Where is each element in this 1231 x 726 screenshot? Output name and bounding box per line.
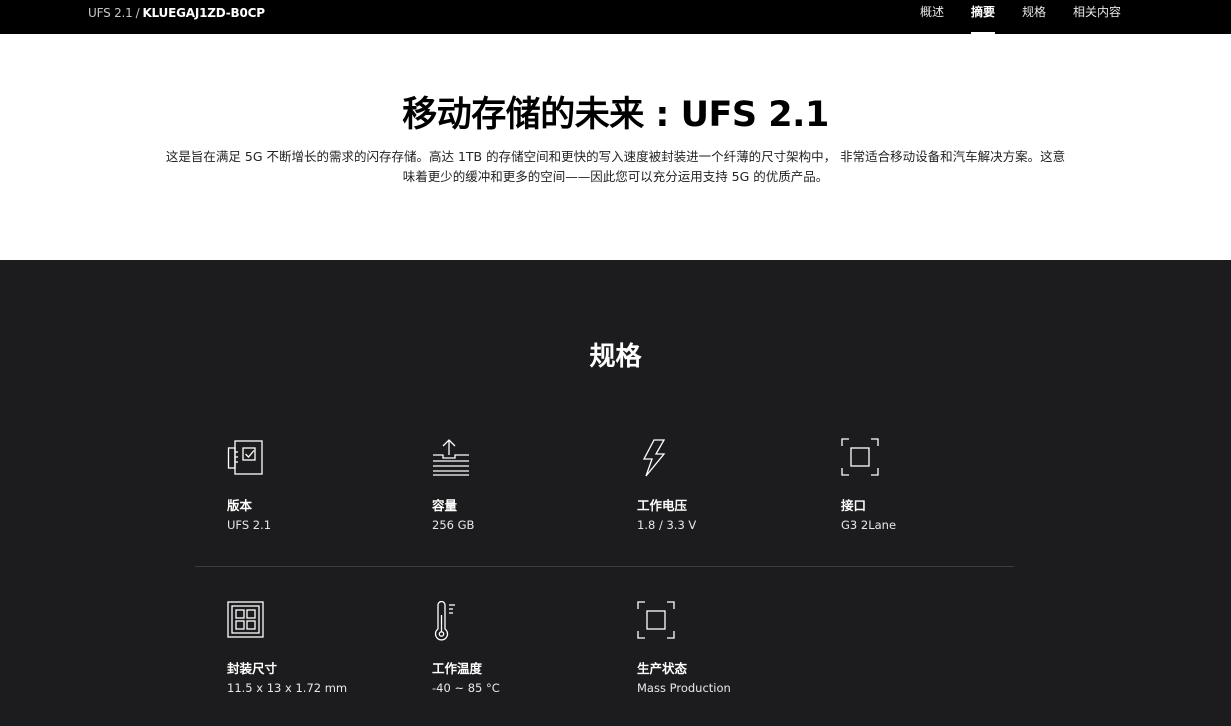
spec-label: 工作电压 <box>637 498 688 513</box>
spec-label: 生产状态 <box>637 661 688 676</box>
production-status-icon <box>637 601 677 641</box>
capacity-icon <box>432 438 472 478</box>
section-nav: 概述 摘要 规格 相关内容 <box>893 0 1121 34</box>
breadcrumb-current: KLUEGAJ1ZD-B0CP <box>142 6 265 20</box>
spec-label: 工作温度 <box>432 661 483 676</box>
nav-tab-related[interactable]: 相关内容 <box>1073 0 1121 34</box>
spec-item-temperature: 工作温度 -40 ~ 85 °C <box>432 601 612 695</box>
breadcrumb-parent[interactable]: UFS 2.1 <box>88 6 133 20</box>
spec-label: 容量 <box>432 498 458 513</box>
spec-item-capacity: 容量 256 GB <box>432 438 612 532</box>
interface-icon <box>841 438 881 478</box>
package-size-icon <box>227 601 267 641</box>
spec-label: 封装尺寸 <box>227 661 278 676</box>
spec-item-version: 版本 UFS 2.1 <box>227 438 407 532</box>
spec-value: 11.5 x 13 x 1.72 mm <box>227 681 348 695</box>
spec-value: 1.8 / 3.3 V <box>637 518 697 532</box>
spec-value: 256 GB <box>432 518 475 532</box>
spec-item-package-size: 封装尺寸 11.5 x 13 x 1.72 mm <box>227 601 407 695</box>
specs-section: 规格 版本 UFS 2.1 容量 256 GB 工作电压 1.8 / 3.3 V… <box>0 260 1231 726</box>
temperature-icon <box>432 601 472 641</box>
nav-tab-summary[interactable]: 摘要 <box>970 0 995 34</box>
spec-value: G3 2Lane <box>841 518 897 532</box>
hero-section: 移动存储的未来 : UFS 2.1 这是旨在满足 5G 不断增长的需求的闪存存储… <box>0 34 1231 260</box>
nav-tab-specs[interactable]: 规格 <box>1022 0 1046 34</box>
specs-divider <box>195 566 1014 567</box>
spec-label: 版本 <box>227 498 253 513</box>
top-navigation-bar: UFS 2.1/KLUEGAJ1ZD-B0CP 概述 摘要 规格 相关内容 <box>0 0 1231 34</box>
page-title: 移动存储的未来 : UFS 2.1 <box>402 95 829 135</box>
breadcrumb: UFS 2.1/KLUEGAJ1ZD-B0CP <box>88 6 265 20</box>
nav-tab-overview[interactable]: 概述 <box>920 0 944 34</box>
spec-item-interface: 接口 G3 2Lane <box>841 438 1021 532</box>
voltage-icon <box>637 438 677 478</box>
spec-value: -40 ~ 85 °C <box>432 681 500 695</box>
version-icon <box>227 438 267 478</box>
spec-item-voltage: 工作电压 1.8 / 3.3 V <box>637 438 817 532</box>
spec-value: Mass Production <box>637 681 731 695</box>
spec-value: UFS 2.1 <box>227 518 272 532</box>
specs-title: 规格 <box>589 342 642 372</box>
breadcrumb-separator: / <box>135 6 140 20</box>
spec-label: 接口 <box>841 498 867 513</box>
hero-description: 这是旨在满足 5G 不断增长的需求的闪存存储。高达 1TB 的存储空间和更快的写… <box>165 149 1066 184</box>
spec-item-production-status: 生产状态 Mass Production <box>637 601 817 695</box>
